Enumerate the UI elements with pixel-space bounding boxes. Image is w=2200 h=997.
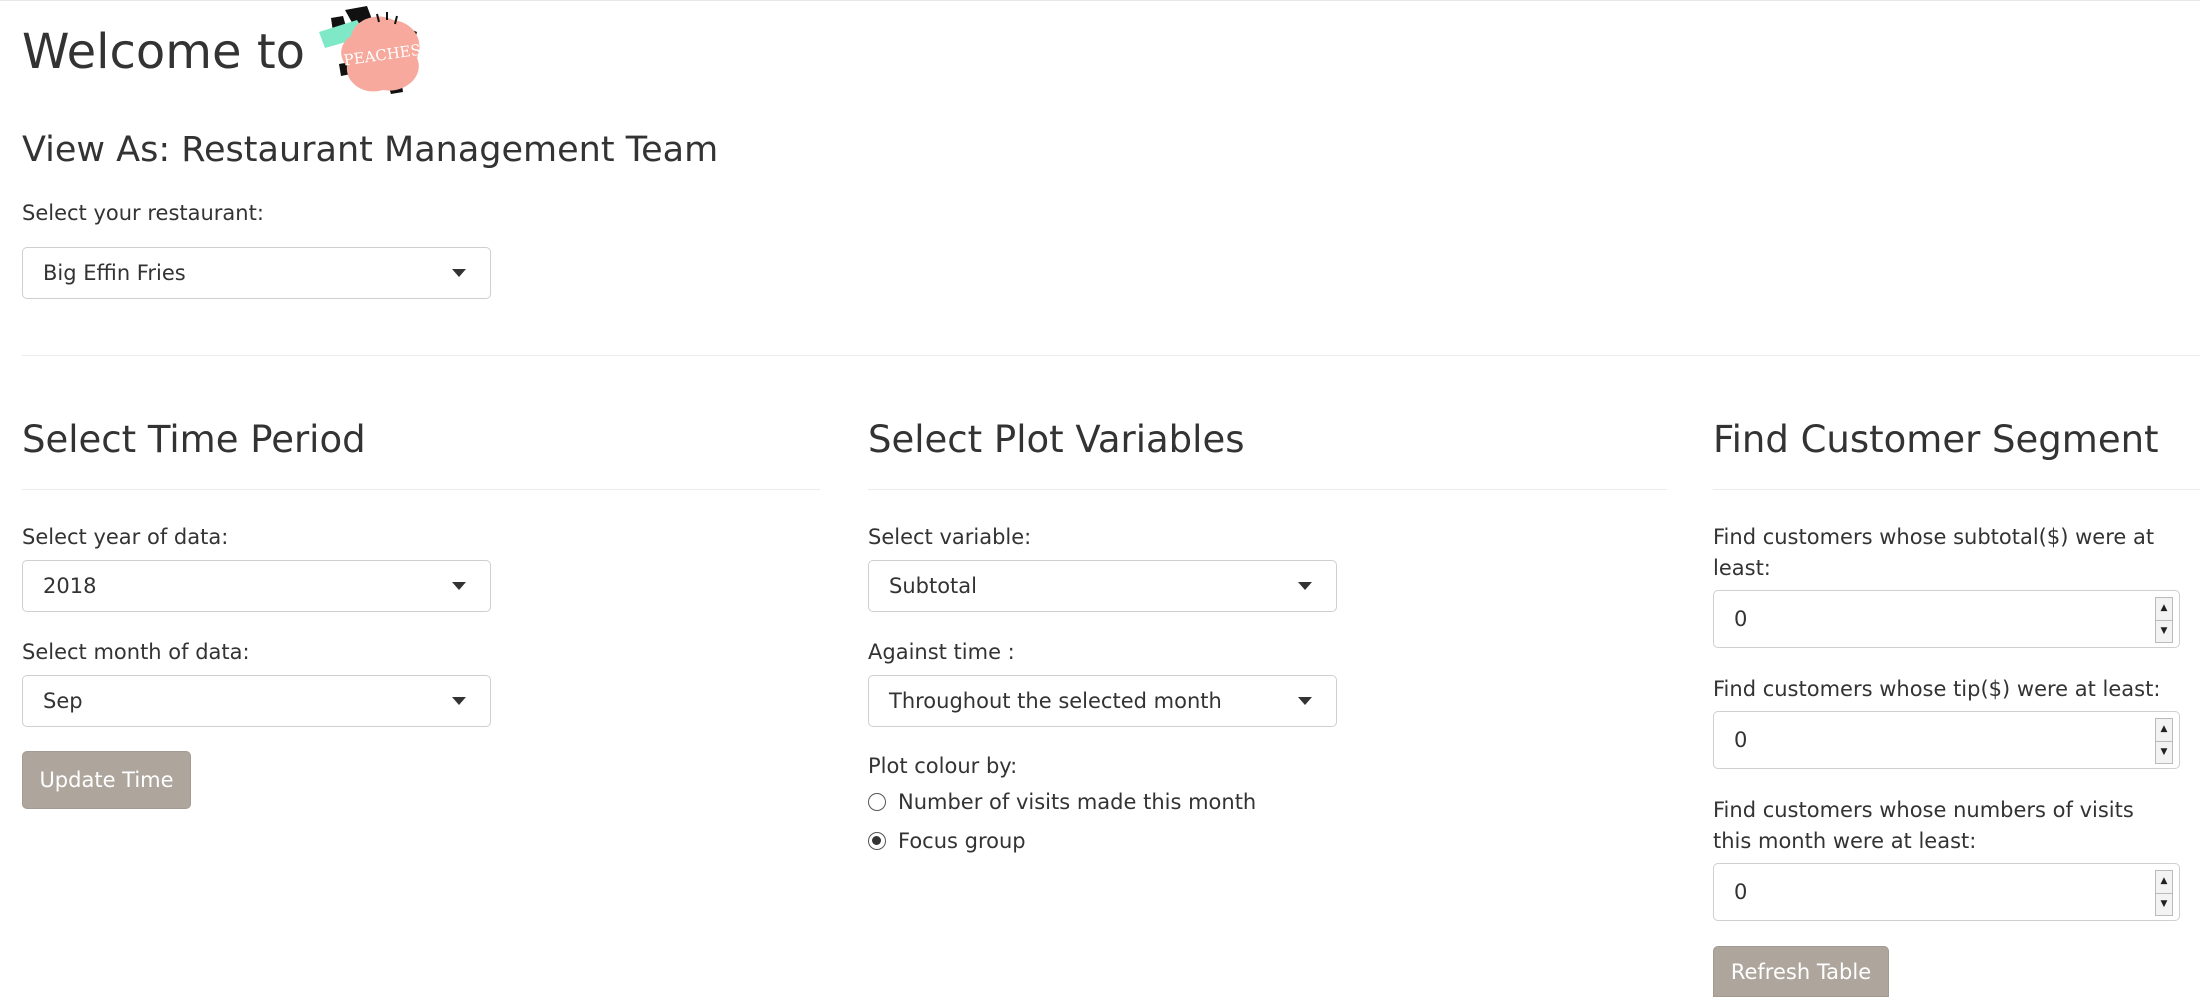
chevron-down-icon — [452, 269, 466, 277]
customer-segment-divider — [1713, 489, 2200, 490]
year-select-value: 2018 — [43, 574, 97, 598]
against-time-label: Against time : — [868, 640, 1015, 664]
month-label: Select month of data: — [22, 640, 250, 664]
radio-label: Focus group — [898, 829, 1026, 853]
month-select-value: Sep — [43, 689, 83, 713]
update-time-button[interactable]: Update Time — [22, 751, 191, 809]
restaurant-select[interactable]: Big Effin Fries — [22, 247, 491, 299]
number-spinner[interactable]: ▲ ▼ — [2155, 597, 2173, 643]
tip-input-value: 0 — [1734, 728, 1748, 752]
spin-up-icon[interactable]: ▲ — [2156, 871, 2172, 893]
spin-down-icon[interactable]: ▼ — [2156, 892, 2172, 916]
spin-up-icon[interactable]: ▲ — [2156, 719, 2172, 741]
variable-select-value: Subtotal — [889, 574, 977, 598]
radio-label: Number of visits made this month — [898, 790, 1257, 814]
refresh-table-button[interactable]: Refresh Table — [1713, 946, 1889, 997]
subtotal-input-value: 0 — [1734, 607, 1748, 631]
divider — [22, 355, 2200, 356]
time-period-title: Select Time Period — [22, 418, 366, 461]
number-spinner[interactable]: ▲ ▼ — [2155, 870, 2173, 916]
chevron-down-icon — [1298, 697, 1312, 705]
against-time-select[interactable]: Throughout the selected month — [868, 675, 1337, 727]
view-as-heading: View As: Restaurant Management Team — [22, 130, 719, 170]
plot-variables-title: Select Plot Variables — [868, 418, 1245, 461]
plot-colour-label: Plot colour by: — [868, 754, 1018, 778]
spin-down-icon[interactable]: ▼ — [2156, 619, 2172, 643]
visits-input-value: 0 — [1734, 880, 1748, 904]
year-label: Select year of data: — [22, 525, 229, 549]
radio-button[interactable] — [868, 793, 886, 811]
chevron-down-icon — [452, 582, 466, 590]
plot-variables-divider — [868, 489, 1667, 490]
subtotal-label: Find customers whose subtotal($) were at… — [1713, 525, 2155, 580]
tip-label: Find customers whose tip($) were at leas… — [1713, 677, 2161, 701]
variable-label: Select variable: — [868, 525, 1032, 549]
radio-option-focus-group[interactable]: Focus group — [868, 829, 1026, 853]
month-select[interactable]: Sep — [22, 675, 491, 727]
chevron-down-icon — [452, 697, 466, 705]
tip-input[interactable]: 0 ▲ ▼ — [1713, 711, 2180, 769]
welcome-heading: Welcome to — [22, 24, 306, 80]
time-period-divider — [22, 489, 820, 490]
number-spinner[interactable]: ▲ ▼ — [2155, 718, 2173, 764]
spin-down-icon[interactable]: ▼ — [2156, 740, 2172, 764]
peaches-logo: PEACHES — [317, 6, 429, 98]
radio-option-visits[interactable]: Number of visits made this month — [868, 790, 1256, 814]
page-header: Welcome to PEACHES — [22, 6, 429, 98]
customer-segment-title: Find Customer Segment — [1713, 418, 2159, 461]
chevron-down-icon — [1298, 582, 1312, 590]
restaurant-select-value: Big Effin Fries — [43, 261, 186, 285]
against-time-select-value: Throughout the selected month — [889, 689, 1222, 713]
radio-button-selected[interactable] — [868, 832, 886, 850]
spin-up-icon[interactable]: ▲ — [2156, 598, 2172, 620]
visits-input[interactable]: 0 ▲ ▼ — [1713, 863, 2180, 921]
visits-label: Find customers whose numbers of visits t… — [1713, 798, 2134, 853]
subtotal-input[interactable]: 0 ▲ ▼ — [1713, 590, 2180, 648]
restaurant-label: Select your restaurant: — [22, 201, 264, 225]
variable-select[interactable]: Subtotal — [868, 560, 1337, 612]
top-border — [0, 0, 2200, 1]
year-select[interactable]: 2018 — [22, 560, 491, 612]
